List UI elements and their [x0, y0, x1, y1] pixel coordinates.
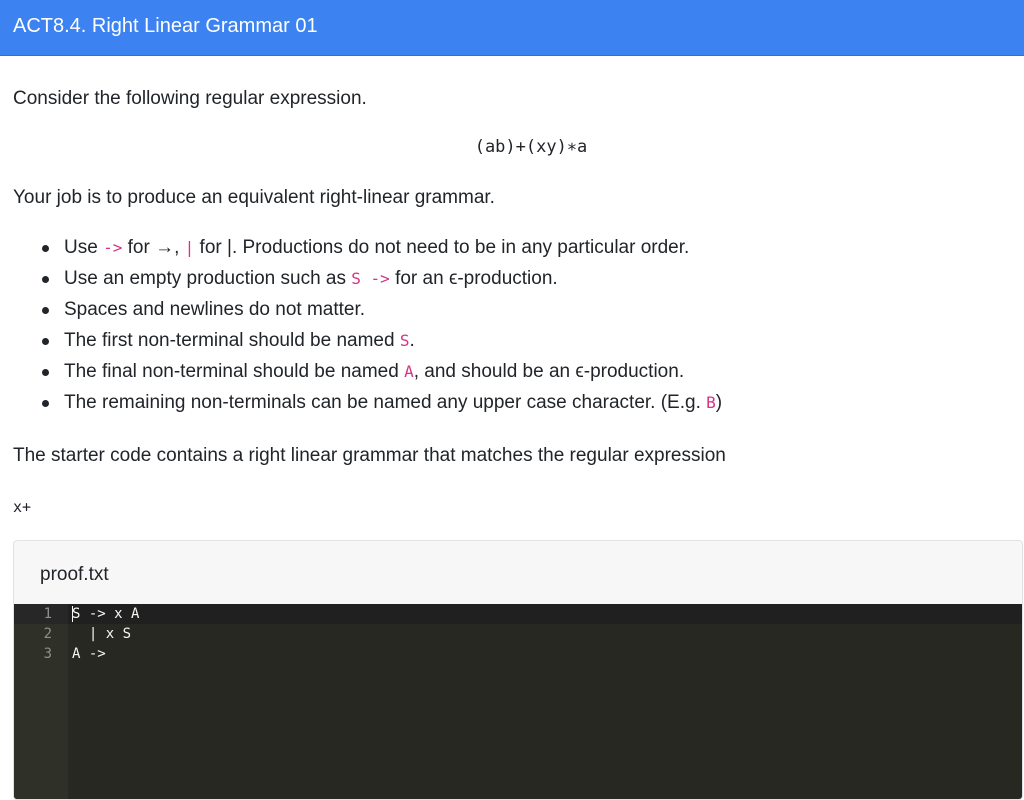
task-text: Your job is to produce an equivalent rig… — [13, 187, 495, 208]
list-item: The remaining non-terminals can be named… — [13, 391, 722, 422]
line-number: 2 — [43, 626, 52, 642]
inline-code: B — [706, 393, 716, 412]
starter-text: The starter code contains a right linear… — [13, 445, 726, 466]
inline-code: -> — [103, 238, 123, 257]
code-line[interactable]: A -> — [72, 644, 106, 664]
line-number: 3 — [43, 646, 52, 662]
inline-code: | — [184, 238, 195, 257]
list-item: Use an empty production such as S -> for… — [13, 267, 722, 298]
page-header: ACT8.4. Right Linear Grammar 01 — [0, 0, 1024, 56]
line-number: 1 — [43, 606, 52, 622]
text-cursor — [72, 606, 73, 622]
list-item: The first non-terminal should be named S… — [13, 329, 722, 360]
file-name: proof.txt — [40, 564, 109, 585]
regex-formula: (ab)+(xy)∗a — [474, 137, 588, 157]
intro-text: Consider the following regular expressio… — [13, 88, 367, 109]
instructions-list: Use -> for →, | for |. Productions do no… — [13, 236, 722, 422]
code-editor[interactable]: 1 2 3 S -> x A | x S A -> — [14, 604, 1022, 799]
inline-code: S -> — [351, 269, 390, 288]
code-line[interactable]: S -> x A — [72, 604, 139, 624]
list-item: The final non-terminal should be named A… — [13, 360, 722, 391]
code-editor-card: proof.txt 1 2 3 S -> x A | x S A -> — [13, 540, 1023, 800]
inline-code: A — [404, 362, 414, 381]
starter-regex: x+ — [13, 498, 32, 516]
active-line-highlight — [14, 604, 1022, 624]
list-item: Use -> for →, | for |. Productions do no… — [13, 236, 722, 267]
code-line[interactable]: | x S — [72, 624, 131, 644]
page-title: ACT8.4. Right Linear Grammar 01 — [13, 15, 318, 37]
list-item: Spaces and newlines do not matter. — [13, 298, 722, 329]
